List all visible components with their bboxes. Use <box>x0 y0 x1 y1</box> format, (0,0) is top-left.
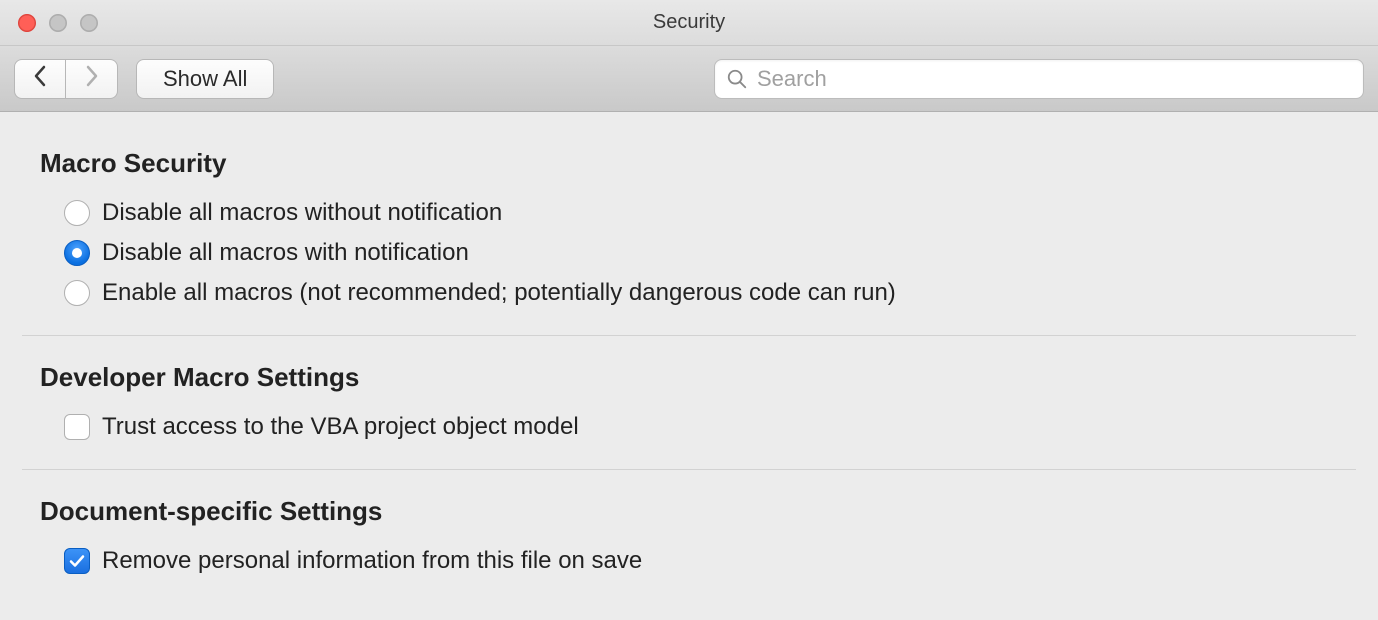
document-specific-section: Document-specific Settings Remove person… <box>22 496 1356 581</box>
search-icon <box>726 68 748 90</box>
chevron-left-icon <box>33 65 47 92</box>
macro-security-section: Macro Security Disable all macros withou… <box>22 148 1356 313</box>
developer-macro-section: Developer Macro Settings Trust access to… <box>22 362 1356 447</box>
window-title: Security <box>0 11 1378 34</box>
back-button[interactable] <box>14 59 66 99</box>
checkmark-icon <box>68 552 86 570</box>
show-all-label: Show All <box>163 66 247 92</box>
developer-macro-title: Developer Macro Settings <box>22 362 1356 393</box>
option-label: Trust access to the VBA project object m… <box>102 413 579 441</box>
macro-security-title: Macro Security <box>22 148 1356 179</box>
radio-button[interactable] <box>64 280 90 306</box>
radio-button[interactable] <box>64 200 90 226</box>
trust-vba-option[interactable]: Trust access to the VBA project object m… <box>22 407 1356 447</box>
show-all-button[interactable]: Show All <box>136 59 274 99</box>
chevron-right-icon <box>85 65 99 92</box>
maximize-window-button[interactable] <box>80 14 98 32</box>
macro-option-enable-all[interactable]: Enable all macros (not recommended; pote… <box>22 273 1356 313</box>
option-label: Disable all macros without notification <box>102 199 502 227</box>
search-input[interactable] <box>714 59 1364 99</box>
option-label: Disable all macros with notification <box>102 239 469 267</box>
search-field-wrap <box>714 59 1364 99</box>
option-label: Remove personal information from this fi… <box>102 547 642 575</box>
toolbar: Show All <box>0 46 1378 112</box>
document-specific-title: Document-specific Settings <box>22 496 1356 527</box>
nav-group <box>14 59 118 99</box>
titlebar: Security <box>0 0 1378 46</box>
checkbox[interactable] <box>64 414 90 440</box>
option-label: Enable all macros (not recommended; pote… <box>102 279 896 307</box>
divider <box>22 469 1356 470</box>
macro-option-disable-no-notify[interactable]: Disable all macros without notification <box>22 193 1356 233</box>
minimize-window-button[interactable] <box>49 14 67 32</box>
forward-button[interactable] <box>66 59 118 99</box>
remove-personal-info-option[interactable]: Remove personal information from this fi… <box>22 541 1356 581</box>
radio-button[interactable] <box>64 240 90 266</box>
checkbox[interactable] <box>64 548 90 574</box>
content-area: Macro Security Disable all macros withou… <box>0 112 1378 581</box>
divider <box>22 335 1356 336</box>
window-controls <box>0 14 98 32</box>
macro-option-disable-with-notify[interactable]: Disable all macros with notification <box>22 233 1356 273</box>
close-window-button[interactable] <box>18 14 36 32</box>
